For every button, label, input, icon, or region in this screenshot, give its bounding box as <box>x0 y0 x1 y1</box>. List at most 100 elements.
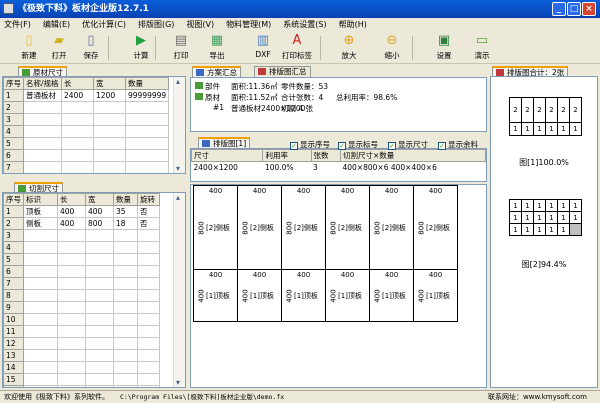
piece-top[interactable]: 400 800 [2]侧板 <box>237 185 282 270</box>
table-cell[interactable] <box>57 253 86 266</box>
piece-bottom[interactable]: 400 400 [1]顶板 <box>369 269 414 322</box>
table-cell[interactable] <box>113 337 138 350</box>
table-row[interactable]: 4 <box>3 241 160 254</box>
table-cell[interactable] <box>23 137 62 150</box>
column-header[interactable]: 序号 <box>3 193 24 206</box>
table-cell[interactable] <box>57 325 86 338</box>
layout-row[interactable]: 2400×1200 100.0% 3 400×800×6 400×400×6 <box>192 162 486 174</box>
column-header[interactable]: 长 <box>61 77 94 90</box>
table-cell[interactable]: 否 <box>137 205 160 218</box>
piece-bottom[interactable]: 400 400 [1]顶板 <box>413 269 458 322</box>
table-cell[interactable] <box>57 349 86 362</box>
table-cell[interactable] <box>113 253 138 266</box>
table-cell[interactable] <box>85 313 114 326</box>
table-cell[interactable] <box>137 337 160 350</box>
table-row[interactable]: 8 <box>3 289 160 302</box>
table-cell[interactable] <box>93 161 126 173</box>
menu-item[interactable]: 编辑(E) <box>43 18 70 32</box>
table-cell[interactable] <box>62 174 94 175</box>
checkbox-1[interactable]: ✓ 显示标号 <box>338 139 378 150</box>
table-cell[interactable] <box>93 101 126 114</box>
table-cell[interactable] <box>23 149 62 162</box>
table-cell[interactable] <box>124 101 170 114</box>
table-cell[interactable]: 800 <box>85 217 114 230</box>
column-header[interactable]: 切割尺寸×数量 <box>340 149 486 162</box>
table-cell[interactable] <box>57 313 86 326</box>
table-cell[interactable] <box>61 137 94 150</box>
table-row[interactable]: 9 <box>3 301 160 314</box>
table-cell[interactable] <box>113 265 138 278</box>
table-cell[interactable] <box>124 137 170 150</box>
piece-top[interactable]: 400 800 [2]侧板 <box>193 185 238 270</box>
column-header[interactable]: 旋转 <box>137 193 160 206</box>
column-header[interactable]: 数量 <box>113 193 138 206</box>
table-cell[interactable] <box>57 241 86 254</box>
table-cell[interactable] <box>85 265 114 278</box>
toolbar-button-demo[interactable]: ▭ 演示 <box>465 34 499 61</box>
table-row[interactable]: 7 <box>3 161 170 173</box>
menu-item[interactable]: 系统设置(S) <box>283 18 326 32</box>
toolbar-button-dxf[interactable]: ▥ DXF <box>246 34 280 60</box>
menu-item[interactable]: 物料管理(M) <box>226 18 271 32</box>
menu-item[interactable]: 视图(V) <box>186 18 214 32</box>
table-cell[interactable] <box>61 149 94 162</box>
table-cell[interactable] <box>85 289 114 302</box>
table-cell[interactable] <box>23 313 58 326</box>
toolbar-button-export[interactable]: ▦ 导出 <box>200 34 234 61</box>
toolbar-button-save[interactable]: ▯ 保存 <box>74 34 108 61</box>
table-cell[interactable] <box>113 349 138 362</box>
table-row[interactable]: 10 <box>3 313 160 326</box>
table-cell[interactable]: 普通板材 <box>23 89 62 102</box>
column-header[interactable]: 序号 <box>3 77 24 90</box>
column-header[interactable]: 名称/规格 <box>23 77 62 90</box>
table-cell[interactable] <box>85 301 114 314</box>
table-cell[interactable] <box>124 149 170 162</box>
table-cell[interactable] <box>57 265 86 278</box>
toolbar-button-new-file[interactable]: ▯ 新建 <box>12 34 46 61</box>
table-cell[interactable] <box>137 313 160 326</box>
table-cell[interactable] <box>137 385 160 387</box>
table-row[interactable]: 5 <box>3 253 160 266</box>
checkbox-3[interactable]: ✓ 显示余料 <box>438 139 478 150</box>
minimize-button[interactable]: _ <box>552 2 566 16</box>
table-cell[interactable] <box>57 289 86 302</box>
table-cell[interactable] <box>85 337 114 350</box>
toolbar-button-zoom-in[interactable]: ⊕ 放大 <box>332 34 366 61</box>
tab-plan-summary[interactable]: 方案汇总 <box>192 66 241 77</box>
table-cell[interactable] <box>113 301 138 314</box>
table-cell[interactable]: 35 <box>113 205 138 218</box>
table-cell[interactable] <box>57 337 86 350</box>
table-cell[interactable] <box>85 361 114 374</box>
raw-scrollbar[interactable] <box>173 77 185 173</box>
table-cell[interactable] <box>23 385 58 387</box>
table-row[interactable]: 6 <box>3 149 170 162</box>
table-row[interactable]: 8 <box>4 174 169 175</box>
table-cell[interactable] <box>137 361 160 374</box>
toolbar-button-zoom-out[interactable]: ⊖ 缩小 <box>375 34 409 61</box>
table-cell[interactable]: 侧板 <box>23 217 58 230</box>
table-row[interactable]: 1 普通板材 2400 1200 99999999 <box>3 89 170 102</box>
table-cell[interactable] <box>23 277 58 290</box>
tab-layout-1[interactable]: 排版图[1] <box>198 137 251 148</box>
table-row[interactable]: 3 <box>3 229 160 242</box>
table-row[interactable]: 1 顶板 400 400 35 否 <box>3 205 160 218</box>
table-cell[interactable] <box>23 265 58 278</box>
table-cell[interactable]: 2400 <box>61 89 94 102</box>
table-cell[interactable] <box>57 277 86 290</box>
table-cell[interactable] <box>113 241 138 254</box>
table-cell[interactable]: 400 <box>57 217 86 230</box>
table-cell[interactable] <box>137 277 160 290</box>
table-cell[interactable] <box>57 385 86 387</box>
table-cell[interactable] <box>57 301 86 314</box>
table-row[interactable]: 13 <box>3 349 160 362</box>
table-row[interactable]: 12 <box>3 337 160 350</box>
table-cell[interactable] <box>57 361 86 374</box>
table-cell[interactable]: 99999999 <box>124 89 170 102</box>
table-row[interactable]: 6 <box>3 265 160 278</box>
table-row[interactable]: 4 <box>3 125 170 138</box>
table-cell[interactable] <box>85 373 114 386</box>
column-header[interactable]: 利用率 <box>262 149 312 162</box>
table-cell[interactable] <box>85 325 114 338</box>
checkbox-2[interactable]: ✓ 显示尺寸 <box>388 139 428 150</box>
table-row[interactable]: 7 <box>3 277 160 290</box>
